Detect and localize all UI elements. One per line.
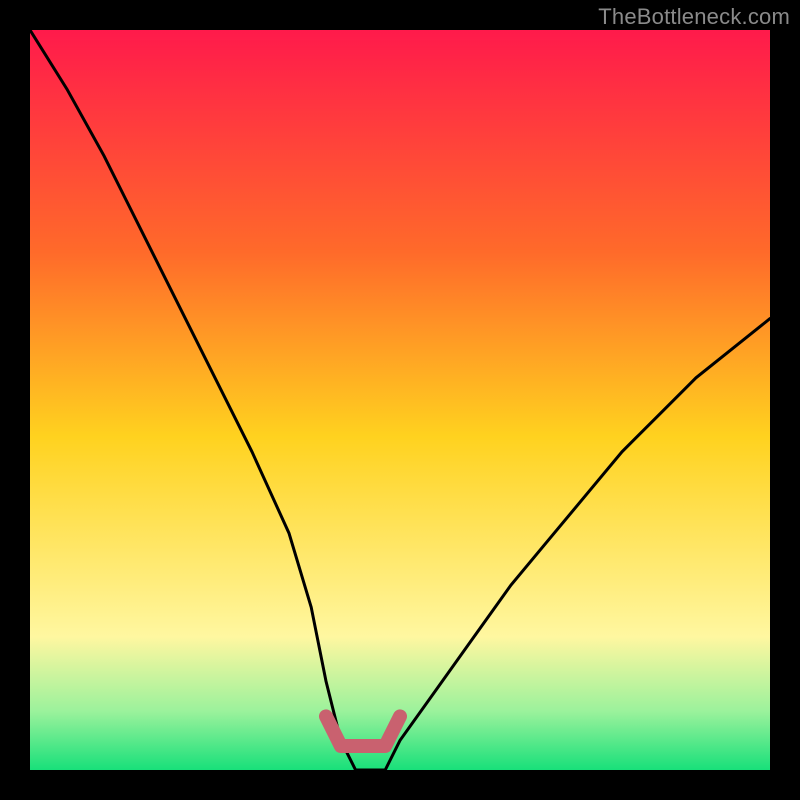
chart-frame: TheBottleneck.com [0, 0, 800, 800]
bottleneck-curve-svg [30, 30, 770, 770]
plot-area [30, 30, 770, 770]
bottleneck-curve [30, 30, 770, 770]
watermark-text: TheBottleneck.com [598, 4, 790, 30]
